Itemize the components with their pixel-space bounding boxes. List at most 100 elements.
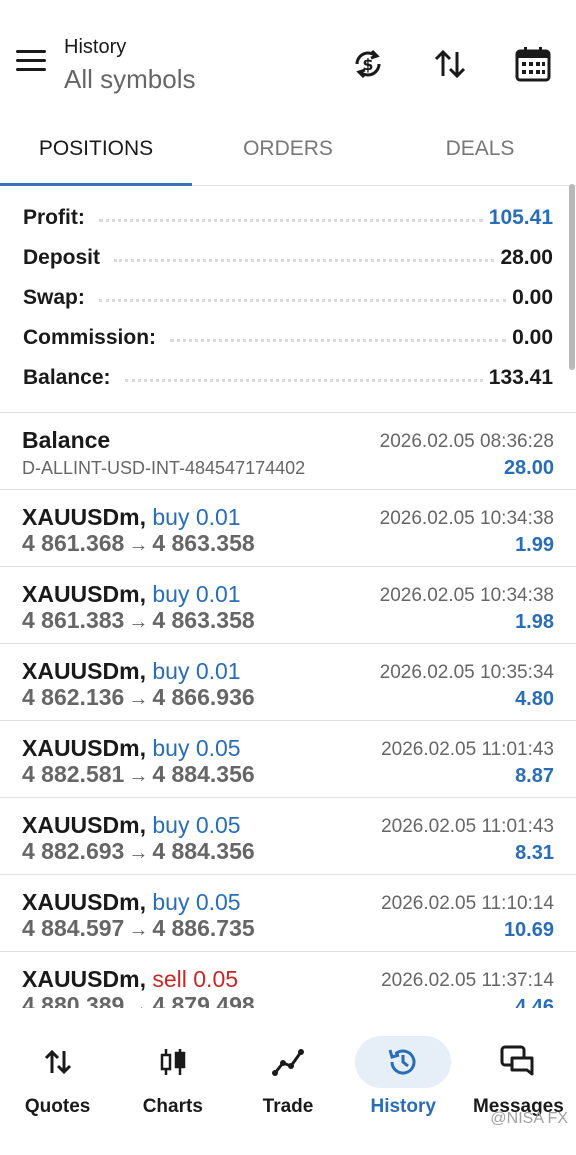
deal-time: 2026.02.05 11:01:43 [381, 739, 554, 760]
scrollbar[interactable] [569, 184, 575, 370]
watermark: @NISA FX [490, 1110, 568, 1127]
deal-profit: 10.69 [503, 919, 554, 941]
deal-symbol-name: XAUUSDm, [22, 735, 146, 761]
history-icon [379, 1042, 427, 1082]
deal-side: buy 0.01 [152, 504, 241, 530]
deal-prices: 4 882.581 → 4 884.356 [22, 761, 255, 788]
deal-side: buy 0.05 [152, 812, 241, 838]
nav-trade-label: Trade [262, 1096, 314, 1117]
balance-value: 133.41 [488, 366, 553, 389]
deal-prices: 4 882.693 → 4 884.356 [22, 838, 255, 865]
summary-row-swap: Swap: 0.00 [0, 278, 576, 318]
deal-side: buy 0.05 [152, 889, 241, 915]
deal-profit: 4.80 [515, 688, 554, 710]
summary-row-balance: Balance: 133.41 [0, 358, 576, 398]
deal-open-price: 4 862.136 [22, 684, 125, 710]
tab-orders[interactable]: ORDERS [192, 118, 384, 185]
deal-open-price: 4 882.581 [22, 761, 125, 787]
header-subtitle: History [64, 36, 127, 58]
commission-label: Commission: [23, 326, 165, 350]
deal-row[interactable]: XAUUSDm, buy 0.05 4 882.581 → 4 884.356 2026… [0, 721, 576, 798]
arrow-right-icon: → [128, 611, 149, 633]
deal-time: 2026.02.05 11:01:43 [381, 816, 554, 837]
deal-open-price: 4 884.597 [22, 915, 125, 941]
deal-profit: 1.98 [515, 611, 554, 633]
dotted-leader [98, 298, 507, 302]
deal-row[interactable]: XAUUSDm, buy 0.05 4 882.693 → 4 884.356 2026… [0, 798, 576, 875]
balance-entry-account: D-ALLINT-USD-INT-484547174402 [22, 458, 306, 478]
app-header: History All symbols $ [0, 0, 576, 118]
balance-entry-time: 2026.02.05 08:36:28 [379, 431, 554, 452]
deal-prices: 4 884.597 → 4 886.735 [22, 915, 255, 942]
deal-open-price: 4 882.693 [22, 838, 125, 864]
deal-row[interactable]: XAUUSDm, buy 0.01 4 861.383 → 4 863.358 2026… [0, 567, 576, 644]
deal-open-price: 4 861.368 [22, 530, 125, 556]
deal-close-price: 4 866.936 [152, 684, 255, 710]
nav-history[interactable]: History [346, 1008, 461, 1155]
arrow-right-icon: → [128, 765, 149, 787]
deal-symbol: XAUUSDm, buy 0.01 [22, 581, 241, 608]
svg-text:$: $ [362, 55, 373, 74]
arrow-right-icon: → [128, 688, 149, 710]
deposit-label: Deposit [23, 246, 109, 270]
deal-time: 2026.02.05 11:10:14 [381, 893, 554, 914]
dotted-leader [124, 378, 483, 382]
arrow-right-icon: → [128, 842, 149, 864]
bottom-nav: Quotes Charts Trade History Messages [0, 1008, 576, 1155]
history-tabs: POSITIONS ORDERS DEALS [0, 118, 576, 186]
deal-profit: 8.87 [515, 765, 554, 787]
dotted-leader [114, 258, 495, 262]
menu-bar [16, 68, 46, 71]
arrow-right-icon: → [128, 919, 149, 941]
deal-prices: 4 862.136 → 4 866.936 [22, 684, 255, 711]
menu-bar [16, 50, 46, 53]
deal-row[interactable]: XAUUSDm, buy 0.01 4 862.136 → 4 866.936 2026… [0, 644, 576, 721]
calendar-icon[interactable] [509, 40, 557, 88]
nav-trade[interactable]: Trade [230, 1008, 345, 1155]
deal-time: 2026.02.05 11:37:14 [381, 970, 554, 991]
deal-close-price: 4 886.735 [152, 915, 255, 941]
nav-messages[interactable]: Messages [461, 1008, 576, 1155]
balance-entry[interactable]: Balance D-ALLINT-USD-INT-484547174402 20… [0, 413, 576, 490]
nav-charts[interactable]: Charts [115, 1008, 230, 1155]
arrow-right-icon: → [128, 534, 149, 556]
deal-symbol: XAUUSDm, buy 0.05 [22, 735, 241, 762]
nav-history-label: History [370, 1096, 436, 1117]
deal-profit: 1.99 [515, 534, 554, 556]
deal-row[interactable]: XAUUSDm, buy 0.01 4 861.368 → 4 863.358 2026… [0, 490, 576, 567]
profit-label: Profit: [23, 206, 93, 230]
currency-exchange-icon[interactable]: $ [344, 40, 392, 88]
deal-profit: 8.31 [515, 842, 554, 864]
sort-icon[interactable] [426, 40, 474, 88]
summary-row-commission: Commission: 0.00 [0, 318, 576, 358]
balance-label: Balance: [23, 366, 119, 390]
summary-panel: Profit: 105.41 Deposit 28.00 Swap: 0.00 … [0, 198, 576, 398]
menu-button[interactable] [16, 50, 48, 76]
header-symbol-filter[interactable]: All symbols [64, 64, 195, 95]
tab-positions[interactable]: POSITIONS [0, 118, 192, 186]
deal-symbol-name: XAUUSDm, [22, 812, 146, 838]
summary-row-profit: Profit: 105.41 [0, 198, 576, 238]
deal-time: 2026.02.05 10:34:38 [379, 585, 554, 606]
deal-symbol-name: XAUUSDm, [22, 966, 146, 992]
tab-deals[interactable]: DEALS [384, 118, 576, 185]
deal-prices: 4 861.368 → 4 863.358 [22, 530, 255, 557]
deal-row[interactable]: XAUUSDm, buy 0.05 4 884.597 → 4 886.735 2026… [0, 875, 576, 952]
deal-close-price: 4 884.356 [152, 838, 255, 864]
deal-symbol: XAUUSDm, buy 0.05 [22, 812, 241, 839]
profit-value: 105.41 [488, 206, 553, 229]
nav-quotes[interactable]: Quotes [0, 1008, 115, 1155]
deal-side: buy 0.01 [152, 658, 241, 684]
deal-symbol-name: XAUUSDm, [22, 581, 146, 607]
deal-side: sell 0.05 [152, 966, 239, 992]
deal-close-price: 4 863.358 [152, 530, 255, 556]
nav-charts-label: Charts [142, 1096, 203, 1117]
menu-bar [16, 59, 46, 62]
deal-side: buy 0.05 [152, 735, 241, 761]
balance-entry-title: Balance [22, 427, 111, 453]
deal-time: 2026.02.05 10:34:38 [379, 508, 554, 529]
quotes-icon [34, 1042, 82, 1082]
balance-entry-amount: 28.00 [503, 457, 554, 479]
swap-label: Swap: [23, 286, 93, 310]
messages-icon [494, 1042, 542, 1082]
